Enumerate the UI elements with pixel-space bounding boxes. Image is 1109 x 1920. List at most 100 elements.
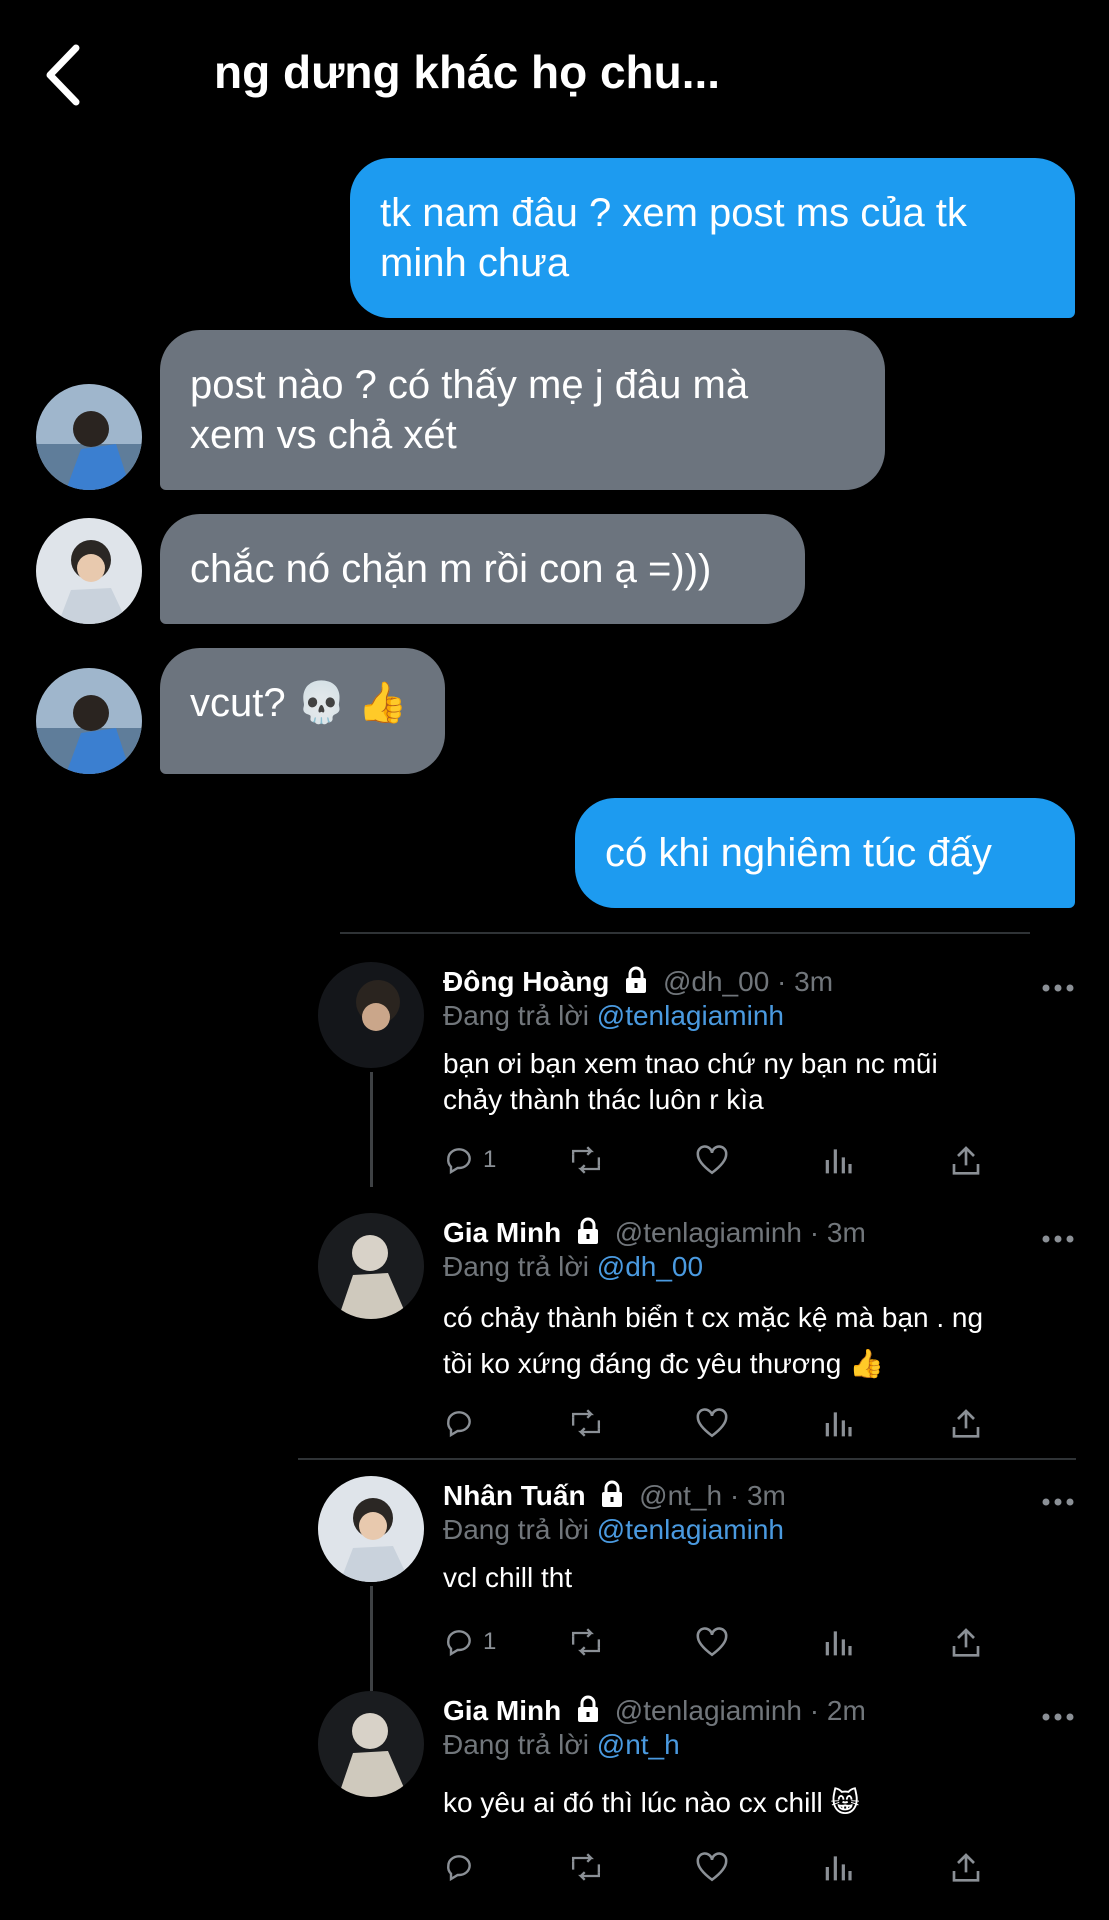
reply-button[interactable]	[443, 1847, 483, 1887]
author-handle: @nt_h · 3m	[639, 1480, 786, 1511]
tweet[interactable]: Nhân Tuấn @nt_h · 3m Đang trả lời @tenla…	[318, 1476, 1078, 1691]
more-icon[interactable]	[1038, 978, 1078, 998]
share-button[interactable]	[951, 1622, 981, 1662]
more-icon[interactable]	[1038, 1229, 1078, 1249]
avatar[interactable]	[318, 1213, 424, 1319]
like-button[interactable]	[695, 1847, 729, 1887]
avatar[interactable]	[36, 518, 142, 624]
message-bubble-outgoing[interactable]: có khi nghiêm túc đấy	[575, 798, 1075, 908]
more-icon[interactable]	[1038, 1492, 1078, 1512]
reply-icon	[447, 1148, 471, 1175]
chevron-left-icon	[46, 44, 80, 106]
message-bubble-outgoing[interactable]: tk nam đâu ? xem post ms của tk minh chư…	[350, 158, 1075, 318]
message-text-line: xem vs chả xét	[190, 413, 457, 457]
reply-icon	[447, 1411, 471, 1438]
reply-context: Đang trả lời @tenlagiaminh	[443, 1514, 784, 1546]
share-icon	[952, 1628, 980, 1657]
tweet-actions: 1	[443, 1140, 1003, 1180]
reply-count: 1	[483, 1146, 497, 1173]
retweet-button[interactable]	[568, 1140, 604, 1180]
share-button[interactable]	[951, 1847, 981, 1887]
author-handle: @dh_00 · 3m	[662, 966, 834, 997]
tweet[interactable]: Gia Minh @tenlagiaminh · 2m Đang trả lời…	[318, 1691, 1078, 1901]
message-bubble-incoming[interactable]: post nào ? có thấy mẹ j đâu mà xem vs ch…	[160, 330, 885, 490]
tweet-actions	[443, 1847, 1003, 1887]
message-bubble-incoming[interactable]: chắc nó chặn m rồi con ạ =)))	[160, 514, 805, 624]
tweet-text-line: chảy thành thác luôn r kìa	[443, 1084, 764, 1115]
thread-line	[370, 1072, 373, 1187]
author-name[interactable]: Nhân Tuấn	[443, 1480, 586, 1511]
author-name[interactable]: Gia Minh	[443, 1217, 561, 1248]
like-button[interactable]	[695, 1403, 729, 1443]
tweet-text: vcl chill tht	[443, 1560, 1053, 1596]
tweet-header: Nhân Tuấn @nt_h · 3m	[443, 1480, 786, 1515]
avatar[interactable]	[318, 1476, 424, 1582]
share-button[interactable]	[951, 1140, 981, 1180]
views-button[interactable]	[823, 1403, 853, 1443]
thread-line	[370, 1586, 373, 1691]
avatar[interactable]	[318, 962, 424, 1068]
author-handle: @tenlagiaminh · 3m	[614, 1217, 866, 1248]
message-bubble-incoming[interactable]: vcut? 💀 👍	[160, 648, 445, 774]
reply-prefix: Đang trả lời	[443, 1514, 597, 1545]
more-icon[interactable]	[1038, 1707, 1078, 1727]
divider	[340, 932, 1030, 934]
bar-chart-icon	[825, 1412, 852, 1437]
avatar[interactable]	[318, 1691, 424, 1797]
tweet-text-line: vcl chill tht	[443, 1562, 573, 1593]
reply-icon	[447, 1630, 471, 1657]
mention-link[interactable]: @nt_h	[597, 1729, 680, 1760]
divider	[298, 1458, 1076, 1460]
tweet-header: Gia Minh @tenlagiaminh · 3m	[443, 1217, 866, 1252]
retweet-icon	[571, 1409, 601, 1437]
retweet-icon	[571, 1146, 601, 1174]
share-icon	[952, 1409, 980, 1438]
views-button[interactable]	[823, 1622, 853, 1662]
share-button[interactable]	[951, 1403, 981, 1443]
reply-context: Đang trả lời @tenlagiaminh	[443, 1000, 784, 1032]
retweet-button[interactable]	[568, 1403, 604, 1443]
share-icon	[952, 1853, 980, 1882]
mention-link[interactable]: @dh_00	[597, 1251, 703, 1282]
tweet-actions	[443, 1403, 1003, 1443]
avatar[interactable]	[36, 668, 142, 774]
avatar[interactable]	[36, 384, 142, 490]
heart-icon	[696, 1145, 728, 1175]
reply-button[interactable]: 1	[443, 1140, 496, 1180]
share-icon	[952, 1146, 980, 1175]
back-button[interactable]	[40, 40, 90, 110]
views-button[interactable]	[823, 1847, 853, 1887]
mention-link[interactable]: @tenlagiaminh	[597, 1000, 784, 1031]
mention-link[interactable]: @tenlagiaminh	[597, 1514, 784, 1545]
tweet-header: Đông Hoàng @dh_00 · 3m	[443, 966, 833, 1001]
retweet-icon	[571, 1628, 601, 1656]
chat-header: ng dưng khác họ chu...	[0, 0, 1109, 150]
message-text-line: vcut? 💀 👍	[190, 681, 408, 725]
like-button[interactable]	[695, 1622, 729, 1662]
reply-prefix: Đang trả lời	[443, 1251, 597, 1282]
like-button[interactable]	[695, 1140, 729, 1180]
reply-icon	[447, 1855, 471, 1882]
message-text-line: post nào ? có thấy mẹ j đâu mà	[190, 363, 749, 407]
reply-count: 1	[483, 1628, 497, 1655]
reply-button[interactable]	[443, 1403, 483, 1443]
tweet-header: Gia Minh @tenlagiaminh · 2m	[443, 1695, 866, 1730]
retweet-button[interactable]	[568, 1847, 604, 1887]
author-handle: @tenlagiaminh · 2m	[614, 1695, 866, 1726]
chat-title: ng dưng khác họ chu...	[214, 46, 721, 98]
lock-icon	[575, 1695, 601, 1730]
retweet-button[interactable]	[568, 1622, 604, 1662]
message-text-line: có khi nghiêm túc đấy	[605, 831, 992, 875]
heart-icon	[696, 1852, 728, 1882]
author-name[interactable]: Gia Minh	[443, 1695, 561, 1726]
lock-icon	[575, 1217, 601, 1252]
reply-button[interactable]: 1	[443, 1622, 496, 1662]
author-name[interactable]: Đông Hoàng	[443, 966, 609, 997]
tweet-actions: 1	[443, 1622, 1003, 1662]
heart-icon	[696, 1408, 728, 1438]
heart-icon	[696, 1627, 728, 1657]
views-button[interactable]	[823, 1140, 853, 1180]
message-text-line: tk nam đâu ? xem post ms của tk	[380, 191, 967, 235]
tweet[interactable]: Đông Hoàng @dh_00 · 3m Đang trả lời @ten…	[318, 962, 1078, 1187]
tweet[interactable]: Gia Minh @tenlagiaminh · 3m Đang trả lời…	[318, 1213, 1078, 1443]
